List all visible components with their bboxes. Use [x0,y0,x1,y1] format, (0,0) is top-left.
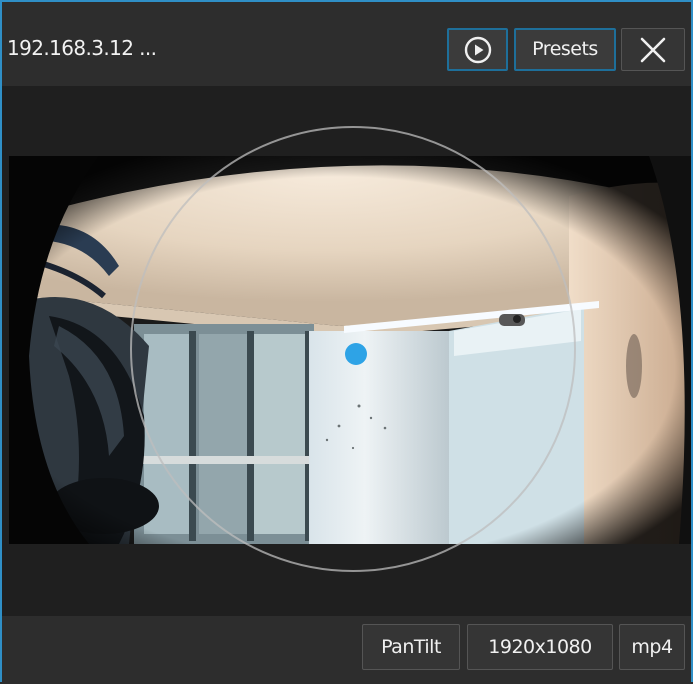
format-button[interactable]: mp4 [619,624,685,670]
ptz-position-handle[interactable] [345,343,367,365]
presets-button[interactable]: Presets [514,28,616,71]
camera-viewer-window: 192.168.3.12 ... Presets PanTilt 1920x10… [0,0,693,684]
pantilt-button[interactable]: PanTilt [362,624,460,670]
video-viewport[interactable] [2,86,691,616]
bottom-toolbar: PanTilt 1920x1080 mp4 [2,616,691,684]
play-button[interactable] [447,28,508,71]
resolution-button[interactable]: 1920x1080 [467,624,613,670]
title-bar: 192.168.3.12 ... Presets [2,2,691,86]
camera-address-title: 192.168.3.12 ... [7,36,157,60]
play-circle-icon [464,36,491,63]
close-x-icon [640,37,666,62]
close-button[interactable] [621,28,685,71]
